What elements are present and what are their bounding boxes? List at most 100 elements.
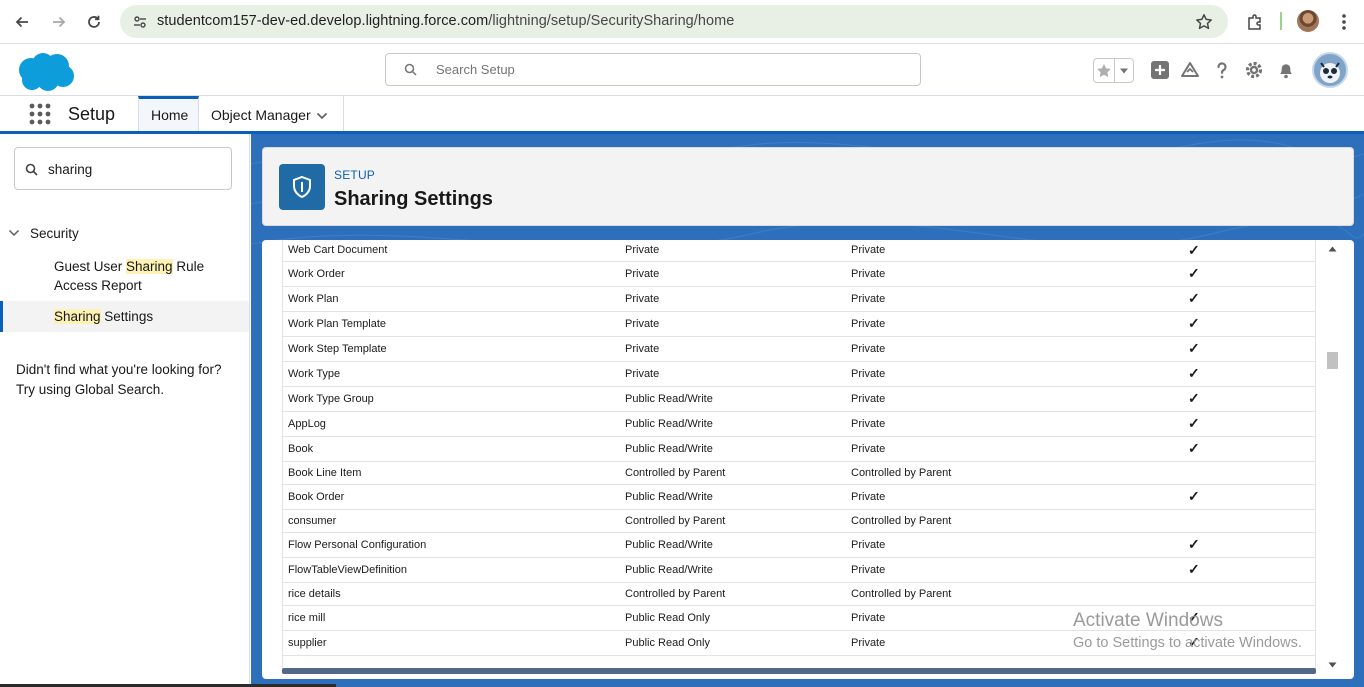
bell-icon[interactable] <box>1275 59 1297 81</box>
favorites-group <box>1093 58 1134 83</box>
internal-access-cell: Controlled by Parent <box>620 509 846 533</box>
object-name-cell: FlowTableViewDefinition <box>283 557 620 583</box>
internal-access-cell: Controlled by Parent <box>620 461 846 485</box>
tab-home-label: Home <box>151 107 189 123</box>
favorites-dropdown-icon[interactable] <box>1115 59 1133 82</box>
address-bar[interactable]: studentcom157-dev-ed.develop.lightning.f… <box>120 5 1228 38</box>
grant-access-checkmark: ✓ <box>1186 557 1315 583</box>
browser-menu-icon[interactable] <box>1332 10 1356 34</box>
forward-arrow-icon[interactable] <box>47 10 71 34</box>
grant-access-checkmark <box>1186 509 1315 533</box>
tab-home[interactable]: Home <box>138 96 199 133</box>
site-info-icon[interactable] <box>130 12 150 32</box>
browser-profile-avatar[interactable] <box>1297 10 1319 32</box>
table-row: supplier Public Read Only Private ✓ <box>283 630 1315 656</box>
grant-access-checkmark: ✓ <box>1186 311 1315 337</box>
external-access-cell: Private <box>846 240 1186 262</box>
chevron-down-icon[interactable] <box>8 226 20 241</box>
favorites-star-icon[interactable] <box>1094 59 1116 82</box>
help-line-2: Try using Global Search. <box>16 382 165 397</box>
setup-search-input[interactable]: Search Setup <box>385 53 921 86</box>
table-container: Web Cart Document Private Private ✓ Work Ord… <box>282 240 1316 670</box>
trailhead-icon[interactable] <box>1179 59 1201 81</box>
grant-access-checkmark: ✓ <box>1186 386 1315 412</box>
table-row: Work Type Private Private ✓ <box>283 361 1315 387</box>
table-row: rice details Controlled by Parent Controll… <box>283 582 1315 606</box>
app-name: Setup <box>68 104 116 124</box>
vertical-scrollbar[interactable] <box>1324 240 1340 677</box>
extensions-icon[interactable] <box>1243 10 1267 34</box>
grant-access-checkmark: ✓ <box>1186 484 1315 510</box>
table-row: Book Order Public Read/Write Private ✓ <box>283 484 1315 510</box>
sidebar-item-sharing-settings[interactable]: Sharing Settings <box>0 301 249 332</box>
bookmark-star-icon[interactable] <box>1192 10 1216 34</box>
help-line-1: Didn't find what you're looking for? <box>16 362 222 377</box>
external-access-cell: Private <box>846 261 1186 287</box>
main-content: SETUP Sharing Settings Web Cart Document… <box>251 134 1364 687</box>
table-row: AppLog Public Read/Write Private ✓ <box>283 411 1315 437</box>
salesforce-cloud-logo[interactable] <box>15 50 75 92</box>
reload-icon[interactable] <box>82 10 106 34</box>
external-access-cell: Controlled by Parent <box>846 582 1186 606</box>
table-row: Work Step Template Private Private ✓ <box>283 336 1315 362</box>
tree-section-label: Security <box>30 226 79 241</box>
internal-access-cell: Private <box>620 311 846 337</box>
user-avatar[interactable] <box>1312 52 1348 88</box>
grant-access-checkmark: ✓ <box>1186 361 1315 387</box>
internal-access-cell: Public Read/Write <box>620 411 846 437</box>
external-access-cell: Private <box>846 336 1186 362</box>
object-name-cell: consumer <box>283 509 620 533</box>
table-row: consumer Controlled by Parent Controlled b… <box>283 509 1315 533</box>
internal-access-cell: Private <box>620 286 846 312</box>
sharing-table: Web Cart Document Private Private ✓ Work Ord… <box>283 240 1315 656</box>
external-access-cell: Private <box>846 630 1186 656</box>
grant-access-checkmark: ✓ <box>1186 630 1315 656</box>
page-title: Sharing Settings <box>334 188 493 210</box>
shield-icon <box>279 164 325 210</box>
gear-icon[interactable] <box>1243 59 1265 81</box>
back-arrow-icon[interactable] <box>10 10 34 34</box>
grant-access-checkmark: ✓ <box>1186 411 1315 437</box>
scrollbar-thumb[interactable] <box>1327 352 1338 369</box>
object-name-cell: Flow Personal Configuration <box>283 532 620 558</box>
object-name-cell: Work Plan Template <box>283 311 620 337</box>
object-name-cell: Book Order <box>283 484 620 510</box>
quick-find-input[interactable]: sharing <box>14 147 232 190</box>
scroll-up-icon[interactable] <box>1324 242 1340 256</box>
table-row: rice mill Public Read Only Private ✓ <box>283 605 1315 631</box>
search-icon <box>25 163 38 179</box>
quick-find-value: sharing <box>48 162 93 177</box>
page-eyebrow: SETUP <box>334 168 376 182</box>
object-name-cell: Work Type <box>283 361 620 387</box>
tab-object-manager[interactable]: Object Manager <box>199 96 344 133</box>
object-name-cell: rice mill <box>283 605 620 631</box>
app-launcher-icon[interactable] <box>29 103 51 125</box>
sidebar-item-text: Guest User <box>54 259 127 274</box>
sidebar-item-guest-user-sharing-rule-access-report[interactable]: Guest User Sharing Rule Access Report <box>54 257 244 295</box>
grant-access-checkmark: ✓ <box>1186 436 1315 462</box>
external-access-cell: Private <box>846 532 1186 558</box>
table-row: Work Order Private Private ✓ <box>283 261 1315 287</box>
url-text: studentcom157-dev-ed.develop.lightning.f… <box>157 13 734 29</box>
grant-access-checkmark: ✓ <box>1186 336 1315 362</box>
table-footer-bar <box>282 668 1316 674</box>
internal-access-cell: Public Read/Write <box>620 436 846 462</box>
external-access-cell: Private <box>846 484 1186 510</box>
table-row: Work Type Group Public Read/Write Private ✓ <box>283 386 1315 412</box>
object-name-cell: Work Type Group <box>283 386 620 412</box>
help-icon[interactable] <box>1211 59 1233 81</box>
table-row: FlowTableViewDefinition Public Read/Write… <box>283 557 1315 583</box>
object-name-cell: Work Step Template <box>283 336 620 362</box>
chevron-down-icon[interactable] <box>316 109 328 124</box>
internal-access-cell: Controlled by Parent <box>620 582 846 606</box>
tab-object-manager-label: Object Manager <box>211 107 311 123</box>
browser-toolbar: studentcom157-dev-ed.develop.lightning.f… <box>0 0 1364 44</box>
scroll-down-icon[interactable] <box>1324 658 1340 672</box>
sidebar-item-text: Settings <box>100 309 154 324</box>
toolbar-divider <box>1280 12 1282 30</box>
grant-access-checkmark: ✓ <box>1186 605 1315 631</box>
sharing-settings-panel: Web Cart Document Private Private ✓ Work Ord… <box>262 240 1354 679</box>
tree-section-security[interactable]: Security <box>8 226 79 241</box>
external-access-cell: Private <box>846 557 1186 583</box>
add-icon[interactable] <box>1149 59 1171 81</box>
